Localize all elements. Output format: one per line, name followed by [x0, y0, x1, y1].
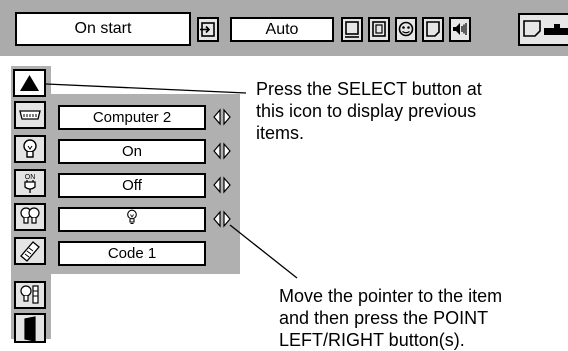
- lamp-icon[interactable]: [14, 135, 46, 163]
- left-right-arrows-icon[interactable]: [212, 107, 232, 127]
- lamp-mode-value[interactable]: [58, 207, 206, 232]
- left-right-arrows-icon[interactable]: [212, 209, 232, 229]
- pointer-instructions-text: Move the pointer to the item and then pr…: [279, 286, 503, 350]
- remote-code-value[interactable]: Code 1: [58, 241, 206, 266]
- remote-control-icon[interactable]: [14, 237, 46, 265]
- left-right-arrows-icon[interactable]: [212, 141, 232, 161]
- lamp-setting-value[interactable]: On: [58, 139, 206, 164]
- svg-text:ON: ON: [25, 174, 36, 181]
- input-source-value[interactable]: Computer 2: [58, 105, 206, 130]
- lamp-mode-icon[interactable]: [14, 203, 46, 231]
- bulb-icon: [126, 209, 138, 231]
- pointer-instructions: Move the pointer to the item and then pr…: [279, 285, 502, 351]
- left-right-arrows-icon[interactable]: [212, 175, 232, 195]
- lamp-counter-icon[interactable]: [14, 281, 46, 309]
- select-instructions-text: Press the SELECT button at this icon to …: [256, 79, 482, 143]
- power-on-icon[interactable]: ON: [14, 169, 46, 197]
- select-instructions: Press the SELECT button at this icon to …: [256, 78, 482, 144]
- panel-icon[interactable]: [14, 101, 46, 129]
- power-on-value[interactable]: Off: [58, 173, 206, 198]
